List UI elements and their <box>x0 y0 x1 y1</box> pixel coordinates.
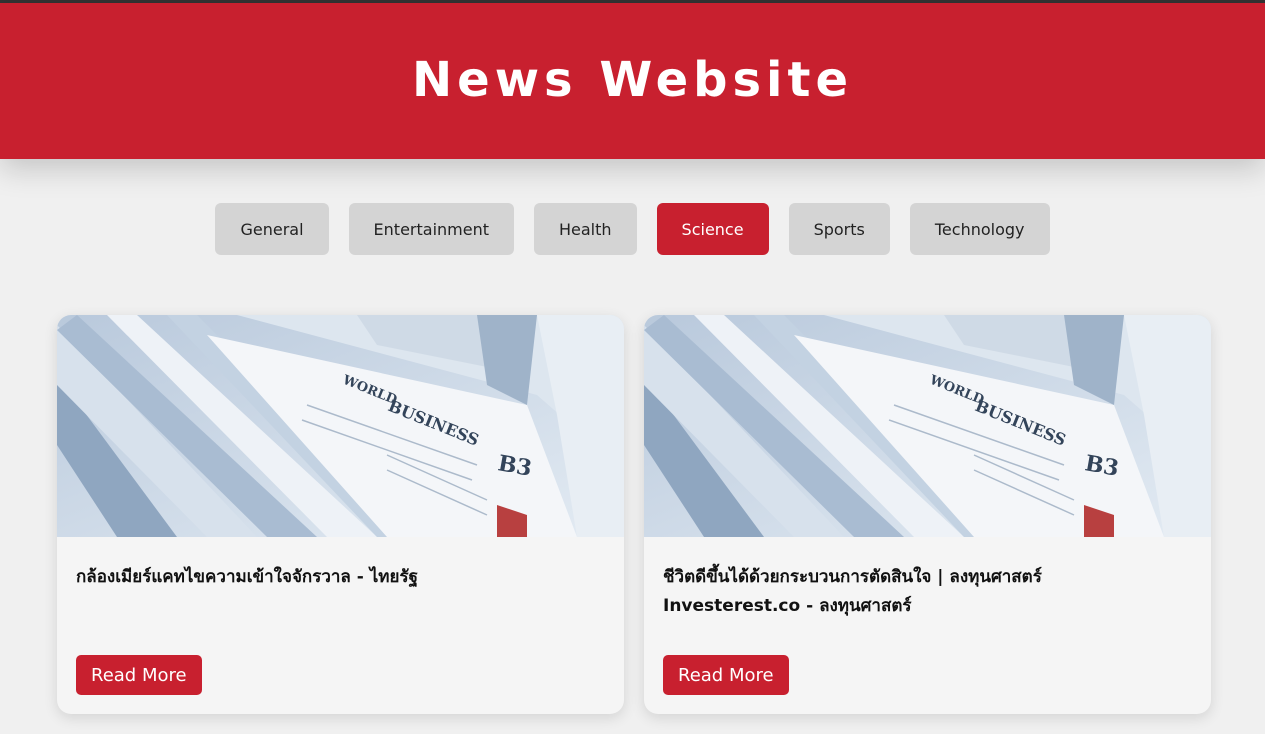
category-technology-button[interactable]: Technology <box>909 203 1050 255</box>
category-sports-button[interactable]: Sports <box>788 203 890 255</box>
article-title[interactable]: ชีวิตดีขึ้นได้ด้วยกระบวนการตัดสินใจ | ลง… <box>663 563 1183 621</box>
site-title: News Website <box>411 52 854 108</box>
read-more-button[interactable]: Read More <box>76 655 202 695</box>
site-header: News Website <box>0 3 1265 159</box>
newspaper-image: WORLD BUSINESS B3 <box>644 315 1211 537</box>
article-title[interactable]: กล้องเมียร์แคทไขความเข้าใจจักรวาล - ไทยร… <box>76 563 596 592</box>
category-health-button[interactable]: Health <box>534 203 637 255</box>
category-general-button[interactable]: General <box>215 203 329 255</box>
category-nav: General Entertainment Health Science Spo… <box>0 203 1265 255</box>
article-card: WORLD BUSINESS B3 กล้องเมียร์แคทไขความเข… <box>57 315 624 714</box>
category-entertainment-button[interactable]: Entertainment <box>348 203 514 255</box>
newspaper-image: WORLD BUSINESS B3 <box>57 315 624 537</box>
category-science-button[interactable]: Science <box>656 203 769 255</box>
read-more-button[interactable]: Read More <box>663 655 789 695</box>
article-card: WORLD BUSINESS B3 ชีวิตดีขึ้นได้ด้วยกระบ… <box>644 315 1211 714</box>
